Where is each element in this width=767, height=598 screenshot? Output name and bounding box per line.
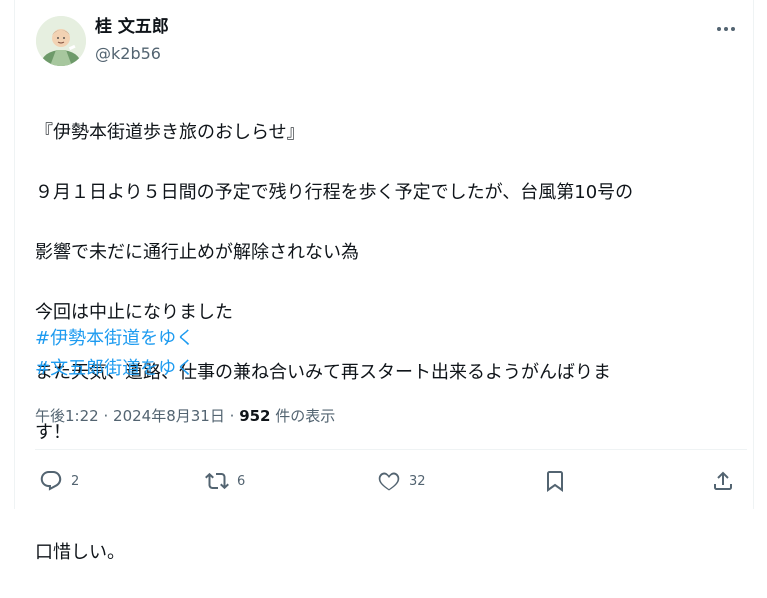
- hashtag-link[interactable]: #文五郎街道をゆく: [35, 354, 194, 384]
- more-icon[interactable]: [713, 18, 739, 40]
- like-count: 32: [409, 473, 426, 489]
- share-button[interactable]: [711, 464, 735, 498]
- like-button[interactable]: 32: [377, 464, 426, 498]
- heart-icon: [378, 472, 400, 491]
- meta-separator: ·: [229, 407, 235, 425]
- tweet-line: ９月１日より５日間の予定で残り行程を歩く予定でしたが、台風第10号の: [35, 182, 634, 203]
- post-date[interactable]: 2024年8月31日: [113, 407, 225, 425]
- retweet-count: 6: [237, 473, 246, 489]
- reply-count: 2: [71, 473, 80, 489]
- tweet-line: 影響で未だに通行止めが解除されない為: [35, 242, 359, 263]
- reply-icon: [40, 471, 62, 491]
- tweet-meta: 午後1:22 · 2024年8月31日 · 952 件の表示: [35, 406, 335, 426]
- retweet-icon: [205, 472, 229, 490]
- divider: [35, 449, 747, 450]
- share-icon: [714, 471, 732, 490]
- views-label: 件の表示: [275, 407, 336, 425]
- meta-separator: ·: [103, 407, 109, 425]
- display-name[interactable]: 桂 文五郎: [95, 16, 169, 38]
- reply-button[interactable]: 2: [39, 464, 79, 498]
- hashtags: #伊勢本街道をゆく #文五郎街道をゆく: [35, 324, 194, 384]
- action-bar: 2 6 32: [15, 464, 755, 498]
- tweet-line: 口惜しい。: [35, 542, 125, 563]
- retweet-button[interactable]: 6: [205, 464, 245, 498]
- tweet-line: 『伊勢本街道歩き旅のおしらせ』: [35, 122, 305, 143]
- bookmark-button[interactable]: [543, 464, 567, 498]
- tweet-card: 桂 文五郎 @k2b56 『伊勢本街道歩き旅のおしらせ』 ９月１日より５日間の予…: [14, 0, 755, 563]
- avatar[interactable]: [36, 16, 86, 66]
- bookmark-icon: [547, 471, 563, 492]
- user-handle[interactable]: @k2b56: [95, 44, 161, 64]
- hashtag-link[interactable]: #伊勢本街道をゆく: [35, 324, 194, 354]
- views-count: 952: [239, 407, 271, 425]
- post-time[interactable]: 午後1:22: [35, 407, 99, 425]
- avatar-illustration: [36, 16, 86, 66]
